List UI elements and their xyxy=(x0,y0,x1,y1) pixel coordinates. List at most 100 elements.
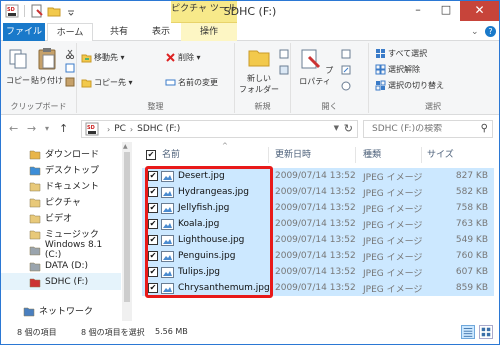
help-icon[interactable]: ? xyxy=(485,26,496,37)
minimize-button[interactable]: – xyxy=(404,1,432,21)
nav-item[interactable]: ドキュメント xyxy=(1,177,121,194)
copy-button[interactable]: コピー xyxy=(5,47,31,86)
nav-item[interactable]: デスクトップ xyxy=(1,161,121,178)
jpeg-file-icon xyxy=(161,202,174,214)
history-icon[interactable] xyxy=(341,81,351,91)
toolbar-separator xyxy=(24,5,25,17)
recent-locations-button[interactable]: ▾ xyxy=(45,124,49,133)
file-row[interactable]: ✔ Penguins.jpg 2009/07/14 13:52 JPEG イメージ 76… xyxy=(142,248,494,264)
breadcrumb-pc[interactable]: PC xyxy=(114,124,126,134)
address-bar[interactable]: SD › PC › SDHC (F:) ▼ ↻ xyxy=(81,120,358,138)
nav-item[interactable]: DATA (D:) xyxy=(1,257,121,274)
nav-item[interactable]: ビデオ xyxy=(1,209,121,226)
tab-share[interactable]: 共有 xyxy=(99,23,139,41)
up-button[interactable]: ↑ xyxy=(59,122,68,135)
row-checkbox[interactable]: ✔ xyxy=(148,235,158,245)
row-checkbox[interactable]: ✔ xyxy=(148,283,158,293)
open-icon[interactable] xyxy=(341,49,351,59)
copy-icon xyxy=(9,49,27,69)
new-folder-label-line1: 新しい xyxy=(247,74,271,83)
sd-card-icon[interactable]: SD xyxy=(5,4,19,18)
file-modified: 2009/07/14 13:52 xyxy=(275,235,356,245)
nav-item[interactable]: ネットワーク xyxy=(1,302,121,319)
search-box[interactable]: ⚲ xyxy=(363,120,493,138)
file-type: JPEG イメージ xyxy=(363,252,423,263)
select-all-checkbox[interactable]: ✔ xyxy=(146,150,156,160)
file-row[interactable]: ✔ Koala.jpg 2009/07/14 13:52 JPEG イメージ 763 K… xyxy=(142,216,494,232)
easy-access-icon[interactable] xyxy=(279,65,289,75)
paste-button[interactable]: 貼り付け xyxy=(31,47,63,86)
navigation-bar: ← → ▾ ↑ SD › PC › SDHC (F:) ▼ ↻ ⚲ xyxy=(1,117,499,141)
tab-manage[interactable]: 操作 xyxy=(181,23,237,41)
search-input[interactable] xyxy=(364,124,474,134)
row-checkbox[interactable]: ✔ xyxy=(148,187,158,197)
file-row[interactable]: ✔ Hydrangeas.jpg 2009/07/14 13:52 JPEG イメージ… xyxy=(142,184,494,200)
breadcrumb-sdhc[interactable]: SDHC (F:) xyxy=(137,124,180,134)
rename-button[interactable]: 名前の変更 xyxy=(165,76,218,89)
large-icons-view-icon xyxy=(481,327,491,337)
file-row[interactable]: ✔ Tulips.jpg 2009/07/14 13:52 JPEG イメージ 607 … xyxy=(142,264,494,280)
pictures-folder-icon xyxy=(29,198,41,207)
delete-button[interactable]: 削除 ▾ xyxy=(165,51,201,64)
expand-ribbon-icon[interactable]: ⌄ xyxy=(471,27,479,37)
nav-scrollbar-thumb[interactable] xyxy=(124,152,130,302)
refresh-icon[interactable]: ↻ xyxy=(344,122,353,135)
organize-group: 移動先 ▾ コピー先 ▾ 削除 ▾ 名前の変更 整理 xyxy=(77,43,235,113)
column-header-size[interactable]: サイズ xyxy=(427,145,454,165)
nav-item[interactable]: ピクチャ xyxy=(1,193,121,210)
back-button[interactable]: ← xyxy=(9,122,18,135)
file-row[interactable]: ✔ Desert.jpg 2009/07/14 13:52 JPEG イメージ 827 … xyxy=(142,168,494,184)
nav-scrollbar[interactable]: ▲ xyxy=(122,142,132,321)
cut-icon[interactable] xyxy=(65,49,75,59)
close-button[interactable]: ✕ xyxy=(460,1,499,21)
address-dropdown-icon[interactable]: ▼ xyxy=(334,124,339,132)
tab-view[interactable]: 表示 xyxy=(141,23,181,41)
details-view-button[interactable] xyxy=(461,325,475,339)
tab-file[interactable]: ファイル xyxy=(3,23,45,41)
column-header-type[interactable]: 種類 xyxy=(363,145,381,165)
file-row[interactable]: ✔ Jellyfish.jpg 2009/07/14 13:52 JPEG イメージ 7… xyxy=(142,200,494,216)
select-none-button[interactable]: 選択解除 xyxy=(375,63,420,76)
file-row[interactable]: ✔ Chrysanthemum.jpg 2009/07/14 13:52 JPEG イ… xyxy=(142,280,494,296)
column-divider[interactable] xyxy=(421,147,422,163)
nav-item-label: SDHC (F:) xyxy=(45,276,89,287)
copy-path-icon[interactable] xyxy=(65,63,75,73)
file-type: JPEG イメージ xyxy=(363,236,423,247)
properties-icon[interactable] xyxy=(30,4,44,18)
nav-item[interactable]: Windows 8.1 (C:) xyxy=(1,240,121,260)
select-all-button[interactable]: すべて選択 xyxy=(375,47,427,60)
row-checkbox[interactable]: ✔ xyxy=(148,171,158,181)
paste-shortcut-icon[interactable] xyxy=(65,77,75,87)
new-folder-icon[interactable] xyxy=(47,4,61,18)
file-name: Hydrangeas.jpg xyxy=(178,187,249,197)
copy-to-button[interactable]: コピー先 ▾ xyxy=(81,76,133,89)
customize-dropdown-icon[interactable] xyxy=(64,4,78,18)
breadcrumb-separator[interactable]: › xyxy=(130,125,133,134)
file-row[interactable]: ✔ Lighthouse.jpg 2009/07/14 13:52 JPEG イメージ… xyxy=(142,232,494,248)
row-checkbox[interactable]: ✔ xyxy=(148,219,158,229)
properties-button[interactable]: プロパティ xyxy=(295,47,335,87)
row-checkbox[interactable]: ✔ xyxy=(148,251,158,261)
nav-item[interactable]: SDHC (F:) xyxy=(1,273,121,290)
large-icons-view-button[interactable] xyxy=(479,325,493,339)
column-divider[interactable] xyxy=(268,147,269,163)
nav-item[interactable]: ダウンロード xyxy=(1,145,121,162)
tab-home[interactable]: ホーム xyxy=(47,23,93,42)
scroll-up-icon[interactable]: ▲ xyxy=(123,143,128,150)
new-folder-button[interactable]: 新しい フォルダー xyxy=(239,45,279,95)
column-divider[interactable] xyxy=(355,147,356,163)
quick-access-toolbar: SD xyxy=(5,4,78,18)
invert-selection-button[interactable]: 選択の切り替え xyxy=(375,79,444,92)
search-icon[interactable]: ⚲ xyxy=(481,123,488,134)
breadcrumb-separator[interactable]: › xyxy=(107,125,110,134)
ribbon: コピー 貼り付け クリップボード 移動先 ▾ コピー先 ▾ 削除 ▾ 名前の変更… xyxy=(1,41,499,115)
row-checkbox[interactable]: ✔ xyxy=(148,267,158,277)
column-header-modified[interactable]: 更新日時 xyxy=(275,145,311,165)
edit-icon[interactable] xyxy=(341,65,351,75)
move-to-button[interactable]: 移動先 ▾ xyxy=(81,51,125,64)
row-checkbox[interactable]: ✔ xyxy=(148,203,158,213)
forward-button[interactable]: → xyxy=(27,122,36,135)
maximize-button[interactable]: □ xyxy=(432,1,460,21)
column-header-name[interactable]: 名前 xyxy=(162,145,180,165)
new-item-icon[interactable] xyxy=(279,49,289,59)
